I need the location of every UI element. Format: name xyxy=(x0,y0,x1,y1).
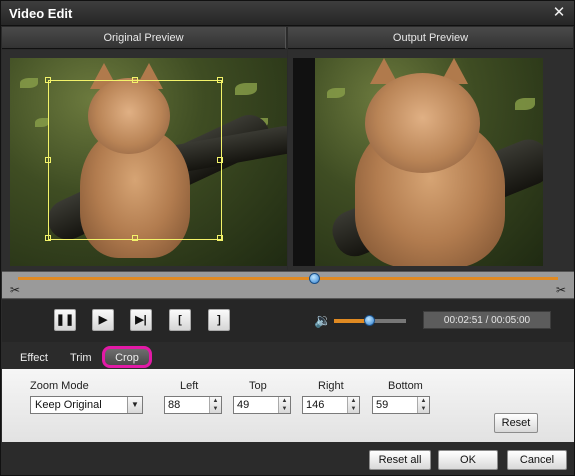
reset-button[interactable]: Reset xyxy=(494,413,538,433)
crop-handle[interactable] xyxy=(45,77,51,83)
bottom-label: Bottom xyxy=(388,380,423,392)
spin-arrows-icon[interactable]: ▲ ▼ xyxy=(347,397,359,413)
video-image xyxy=(315,58,543,266)
tab-effect[interactable]: Effect xyxy=(20,349,48,367)
crop-handle[interactable] xyxy=(45,235,51,241)
tab-trim[interactable]: Trim xyxy=(70,349,92,367)
trim-end-marker-icon[interactable]: ✂ xyxy=(556,283,566,297)
trim-start-marker-icon[interactable]: ✂ xyxy=(10,283,20,297)
edit-tabs: Effect Trim Crop xyxy=(2,343,574,369)
volume-thumb[interactable] xyxy=(364,315,375,326)
original-preview-header: Original Preview xyxy=(2,27,286,49)
right-label: Right xyxy=(318,380,344,392)
playback-controls: ❚❚ ▶ ▶| [ ] 🔉 00:02:51 / 00:05:00 xyxy=(2,300,574,342)
original-video-frame xyxy=(10,58,287,266)
zoom-mode-label: Zoom Mode xyxy=(30,380,89,392)
left-label: Left xyxy=(180,380,199,392)
tab-crop[interactable]: Crop xyxy=(102,346,152,368)
time-display: 00:02:51 / 00:05:00 xyxy=(423,311,551,329)
timeline-track[interactable] xyxy=(18,277,558,280)
crop-handle[interactable] xyxy=(217,157,223,163)
timeline-playhead[interactable] xyxy=(309,273,320,284)
mark-in-button[interactable]: [ xyxy=(169,309,191,331)
chevron-down-icon[interactable]: ▼ xyxy=(127,397,142,413)
ok-button[interactable]: OK xyxy=(438,450,498,470)
crop-handle[interactable] xyxy=(217,235,223,241)
pause-button[interactable]: ❚❚ xyxy=(54,309,76,331)
left-spinbox[interactable]: 88 ▲ ▼ xyxy=(164,396,222,414)
volume-slider[interactable] xyxy=(334,315,406,326)
step-forward-button[interactable]: ▶| xyxy=(130,309,152,331)
volume-icon[interactable]: 🔉 xyxy=(314,312,331,329)
original-preview-pane xyxy=(2,50,287,270)
spin-arrows-icon[interactable]: ▲ ▼ xyxy=(278,397,290,413)
dialog-footer: Reset all OK Cancel xyxy=(2,442,574,475)
output-preview-header: Output Preview xyxy=(288,27,573,49)
video-edit-window: Video Edit ✕ Original Preview Output Pre… xyxy=(0,0,575,476)
crop-handle[interactable] xyxy=(217,77,223,83)
title-bar: Video Edit ✕ xyxy=(1,1,574,26)
left-value: 88 xyxy=(168,399,181,411)
zoom-mode-value: Keep Original xyxy=(35,399,102,411)
top-spinbox[interactable]: 49 ▲ ▼ xyxy=(233,396,291,414)
right-value: 146 xyxy=(306,399,325,411)
zoom-mode-select[interactable]: Keep Original ▼ xyxy=(30,396,143,414)
spin-arrows-icon[interactable]: ▲ ▼ xyxy=(209,397,221,413)
timeline-bar[interactable]: ✂ ✂ xyxy=(2,271,574,299)
cancel-button[interactable]: Cancel xyxy=(507,450,567,470)
crop-selection-box[interactable] xyxy=(45,77,223,241)
bottom-spinbox[interactable]: 59 ▲ ▼ xyxy=(372,396,430,414)
top-value: 49 xyxy=(237,399,250,411)
right-spinbox[interactable]: 146 ▲ ▼ xyxy=(302,396,360,414)
top-label: Top xyxy=(249,380,267,392)
reset-all-button[interactable]: Reset all xyxy=(369,450,431,470)
window-title: Video Edit xyxy=(9,6,73,21)
output-preview-pane xyxy=(288,50,573,270)
spin-arrows-icon[interactable]: ▲ ▼ xyxy=(417,397,429,413)
output-video-frame xyxy=(293,58,543,266)
play-button[interactable]: ▶ xyxy=(92,309,114,331)
close-icon[interactable]: ✕ xyxy=(550,4,568,22)
crop-handle[interactable] xyxy=(45,157,51,163)
crop-handle[interactable] xyxy=(132,235,138,241)
bottom-value: 59 xyxy=(376,399,389,411)
crop-settings-panel: Zoom Mode Left Top Right Bottom Keep Ori… xyxy=(2,369,574,442)
mark-out-button[interactable]: ] xyxy=(208,309,230,331)
crop-handle[interactable] xyxy=(132,77,138,83)
